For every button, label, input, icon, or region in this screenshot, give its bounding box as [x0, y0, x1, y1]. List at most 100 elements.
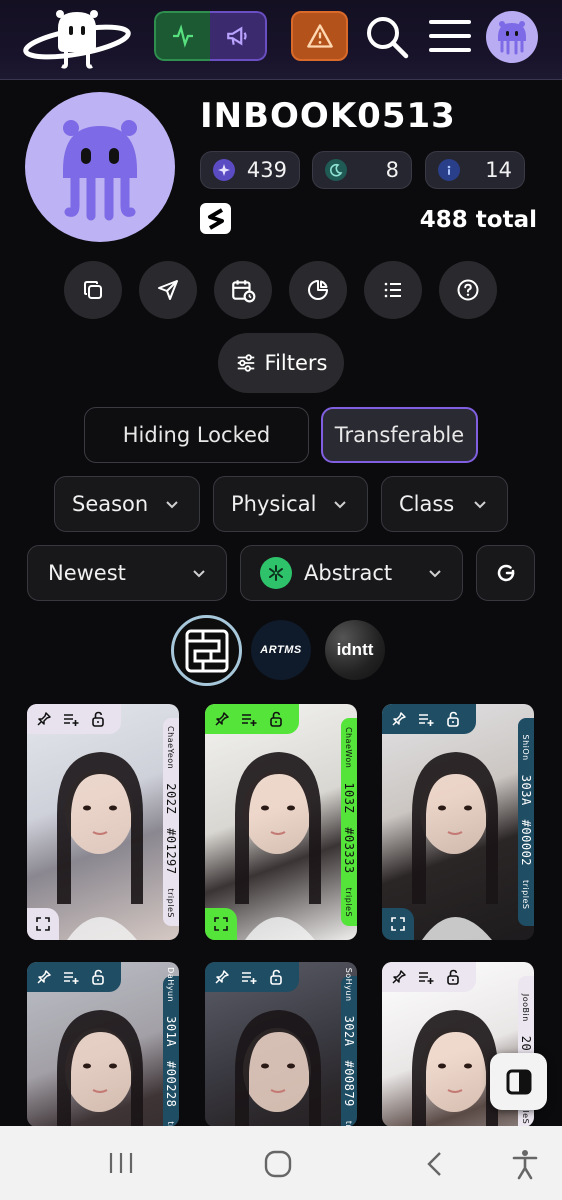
chevron-down-icon [429, 570, 441, 578]
add-to-list-icon[interactable] [63, 712, 79, 726]
brand-triples[interactable] [171, 615, 242, 686]
objekt-member: ChaeYeon [166, 726, 176, 770]
lock-open-icon[interactable] [91, 711, 105, 727]
transferable-toggle[interactable]: Transferable [321, 407, 478, 463]
season-label: Season [72, 492, 149, 516]
announcements-button[interactable] [210, 11, 267, 61]
objekt-serial: #03333 [342, 827, 356, 874]
send-button[interactable] [139, 261, 197, 319]
info-stat[interactable]: 14 [425, 151, 525, 189]
home-icon[interactable] [264, 1150, 292, 1178]
add-to-list-icon[interactable] [241, 970, 257, 984]
abstract-logo-icon [260, 557, 292, 589]
objekt-artist: tripleS [166, 888, 176, 918]
add-to-list-icon[interactable] [241, 712, 257, 726]
copy-button[interactable] [64, 261, 122, 319]
info-icon [438, 159, 460, 181]
search-icon[interactable] [364, 14, 410, 60]
profile-avatar-button[interactable] [486, 11, 538, 63]
pin-icon[interactable] [37, 712, 51, 726]
sort-dropdown[interactable]: Newest [27, 545, 227, 601]
recents-icon[interactable] [107, 1150, 135, 1176]
objekt-card[interactable]: ShiOn 303A #00002 tripleS [382, 704, 534, 940]
gravity-badge[interactable] [200, 203, 231, 234]
accessibility-icon[interactable] [511, 1148, 539, 1180]
back-icon[interactable] [424, 1150, 444, 1178]
total-count: 488 total [419, 207, 537, 233]
sort-label: Newest [48, 561, 126, 585]
idntt-label: idntt [336, 640, 374, 659]
objekt-card[interactable]: ChaeYeon 202Z #01297 tripleS [27, 704, 179, 940]
activity-button[interactable] [154, 11, 210, 61]
objekt-toolbar [27, 962, 121, 992]
objekt-artist: tripleS [344, 887, 354, 918]
help-button[interactable] [439, 261, 497, 319]
objekt-member: JooBin [521, 993, 531, 1022]
objekt-card[interactable]: DaHyun301A#00228tripleS [27, 962, 179, 1127]
add-to-list-icon[interactable] [63, 970, 79, 984]
como-stat[interactable]: 439 [200, 151, 300, 189]
pin-icon[interactable] [392, 970, 406, 984]
warning-icon [306, 24, 333, 48]
filters-label: Filters [264, 351, 328, 375]
expand-button[interactable] [382, 908, 414, 940]
objekt-serial: #00002 [519, 819, 533, 867]
expand-button[interactable] [205, 908, 237, 940]
refresh-icon [497, 564, 514, 582]
copy-icon [84, 281, 102, 299]
lock-open-icon[interactable] [269, 711, 283, 727]
filters-button[interactable]: Filters [218, 333, 344, 393]
objekt-info-strip: DaHyun301A#00228tripleS [163, 967, 179, 1127]
warning-button[interactable] [291, 11, 348, 61]
hiding-locked-toggle[interactable]: Hiding Locked [84, 407, 309, 463]
pie-chart-icon [308, 280, 328, 300]
sidebar-toggle-button[interactable] [490, 1053, 547, 1110]
activity-icon [173, 24, 193, 48]
objekt-serial: #01297 [164, 828, 178, 875]
pin-icon[interactable] [215, 970, 229, 984]
stats-button[interactable] [289, 261, 347, 319]
lock-open-icon[interactable] [446, 711, 460, 727]
pin-icon[interactable] [392, 712, 406, 726]
objekt-toolbar [382, 704, 476, 734]
android-nav-bar [0, 1126, 562, 1200]
objekt-collection: 202Z [164, 783, 178, 815]
objekt-card[interactable]: ChaeWon 103Z #03333 tripleS [205, 704, 357, 940]
expand-icon [36, 917, 50, 931]
gridable-dropdown[interactable]: Abstract [240, 545, 463, 601]
add-to-list-icon[interactable] [418, 712, 434, 726]
profile-avatar [25, 92, 175, 242]
brand-idntt[interactable]: idntt [325, 620, 385, 680]
objekt-toolbar [205, 962, 299, 992]
artms-label: ARTMS [260, 644, 302, 656]
panel-icon [506, 1069, 531, 1094]
lock-open-icon[interactable] [91, 969, 105, 985]
objekt-info-strip: SoHyun302A#00879tripleS [341, 967, 357, 1127]
username: INBOOK0513 [200, 96, 456, 136]
lock-open-icon[interactable] [446, 969, 460, 985]
season-dropdown[interactable]: Season [54, 476, 200, 532]
pin-icon[interactable] [215, 712, 229, 726]
expand-button[interactable] [27, 908, 59, 940]
add-to-list-icon[interactable] [418, 970, 434, 984]
list-button[interactable] [364, 261, 422, 319]
brand-artms[interactable]: ARTMS [251, 620, 311, 680]
refresh-button[interactable] [476, 545, 535, 601]
objekt-photo [27, 704, 179, 940]
chevron-down-icon [166, 501, 178, 509]
triples-logo-icon [185, 629, 228, 672]
moon-stat[interactable]: 8 [312, 151, 412, 189]
cosmo-logo[interactable] [22, 6, 132, 70]
calendar-button[interactable] [214, 261, 272, 319]
objekt-collection: 301A [164, 1015, 178, 1047]
physical-dropdown[interactable]: Physical [213, 476, 368, 532]
pin-icon[interactable] [37, 970, 51, 984]
objekt-card[interactable]: SoHyun302A#00879tripleS [205, 962, 357, 1127]
objekt-collection: 302A [342, 1015, 356, 1046]
lock-open-icon[interactable] [269, 969, 283, 985]
expand-icon [214, 917, 228, 931]
jellyfish-icon [63, 120, 137, 221]
class-dropdown[interactable]: Class [381, 476, 508, 532]
objekt-info-strip: ShiOn 303A #00002 tripleS [518, 718, 534, 926]
menu-icon[interactable] [428, 16, 472, 56]
